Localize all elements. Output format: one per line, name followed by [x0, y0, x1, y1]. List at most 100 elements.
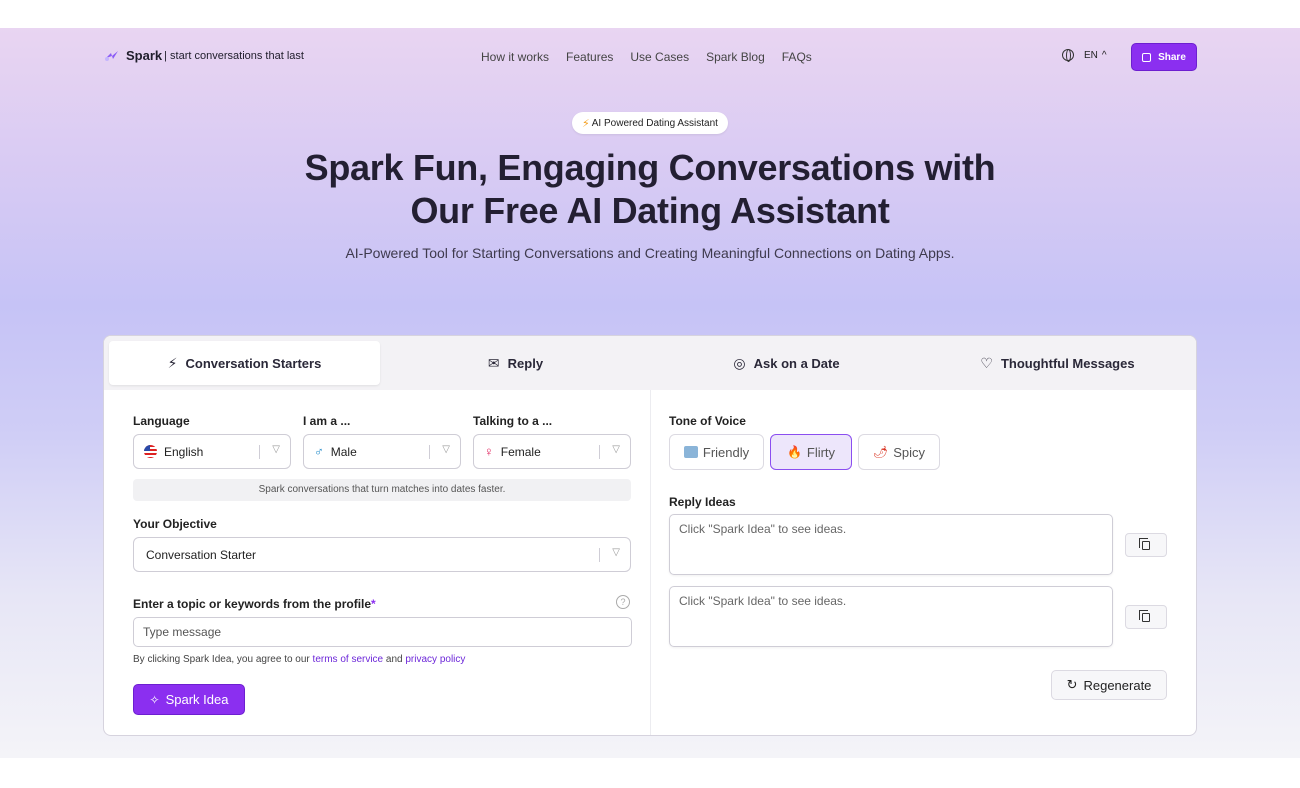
- tone-label-friendly: Friendly: [702, 444, 750, 460]
- nav-link-faqs[interactable]: FAQs: [782, 50, 812, 64]
- info-note: Spark conversations that turn matches in…: [133, 479, 631, 501]
- idea-placeholder: Click "Spark Idea" to see ideas.: [679, 522, 847, 536]
- nav-link-use-cases[interactable]: Use Cases: [630, 50, 689, 64]
- cool-emoji-icon: [683, 446, 698, 458]
- tone-friendly-button[interactable]: Friendly: [669, 434, 764, 470]
- reply-idea-box-1[interactable]: Click "Spark Idea" to see ideas.: [669, 514, 1113, 575]
- terms-prefix: By clicking Spark Idea, you agree to our: [133, 654, 313, 665]
- language-select[interactable]: English ▽: [133, 434, 291, 469]
- share-label: Share: [1158, 51, 1186, 63]
- nav-links: How it works Features Use Cases Spark Bl…: [481, 50, 829, 64]
- brand-tagline: | start conversations that last: [164, 49, 304, 62]
- regenerate-button[interactable]: ↻ Regenerate: [1051, 670, 1167, 700]
- top-nav: Spark | start conversations that last Ho…: [104, 36, 1197, 76]
- tab-label: Conversation Starters: [185, 355, 322, 371]
- iam-label: I am a ...: [303, 414, 351, 428]
- objective-label: Your Objective: [133, 517, 217, 531]
- select-separator: [599, 548, 600, 562]
- tone-flirty-button[interactable]: 🔥 Flirty: [770, 434, 852, 470]
- tone-label-flirty: Flirty: [806, 444, 836, 460]
- privacy-policy-link[interactable]: privacy policy: [405, 654, 465, 665]
- tone-label-spicy: Spicy: [893, 444, 926, 460]
- tone-spicy-button[interactable]: 🌶 Spicy: [858, 434, 940, 470]
- brand-name: Spark: [126, 48, 163, 63]
- fire-icon: 🔥: [786, 445, 802, 459]
- nav-link-how-it-works[interactable]: How it works: [481, 50, 549, 64]
- topic-placeholder: Type message: [143, 625, 222, 639]
- gender-select[interactable]: ♂ Male ▽: [303, 434, 461, 469]
- page-title: Spark Fun, Engaging Conversations with O…: [250, 146, 1050, 232]
- terms-text: By clicking Spark Idea, you agree to our…: [133, 654, 465, 665]
- refresh-icon: ↻: [1066, 677, 1078, 692]
- language-value: English: [164, 444, 204, 459]
- select-separator: [259, 445, 260, 459]
- chevron-down-icon: ▽: [272, 444, 280, 455]
- select-separator: [599, 445, 600, 459]
- language-label: Language: [133, 414, 190, 428]
- topic-label: Enter a topic or keywords from the profi…: [133, 597, 376, 611]
- objective-select[interactable]: Conversation Starter ▽: [133, 537, 631, 572]
- hero-subtitle: AI-Powered Tool for Starting Conversatio…: [345, 245, 955, 261]
- nav-link-blog[interactable]: Spark Blog: [706, 50, 765, 64]
- tab-label: Reply: [507, 355, 544, 371]
- hero-badge: ⚡ AI Powered Dating Assistant: [572, 112, 728, 134]
- headline-line-1: Spark Fun, Engaging Conversations with: [304, 147, 996, 188]
- tab-ask-on-a-date[interactable]: ◎ Ask on a Date: [651, 341, 922, 385]
- copy-icon: [1139, 537, 1150, 550]
- female-icon: ♀: [484, 444, 494, 459]
- column-divider: [650, 390, 651, 735]
- target-gender-value: Female: [500, 444, 541, 459]
- share-button[interactable]: Share: [1131, 43, 1197, 71]
- external-link-icon: [1142, 52, 1152, 62]
- us-flag-icon: [144, 445, 157, 458]
- required-mark: *: [371, 597, 376, 611]
- hearts-icon: ♡: [980, 354, 993, 371]
- bolt-icon: ⚡: [582, 117, 590, 130]
- nav-link-features[interactable]: Features: [566, 50, 613, 64]
- reply-ideas-label: Reply Ideas: [669, 495, 736, 509]
- target-gender-select[interactable]: ♀ Female ▽: [473, 434, 631, 469]
- chevron-down-icon: ▽: [612, 444, 620, 455]
- chevron-up-icon: ^: [1101, 49, 1107, 61]
- sparkles-icon: ✧: [149, 692, 160, 707]
- gender-value: Male: [330, 444, 357, 459]
- terms-of-service-link[interactable]: terms of service: [313, 654, 384, 665]
- chat-icon: ◎: [733, 354, 746, 371]
- mode-tabs: ⚡ Conversation Starters ✉ Reply ◎ Ask on…: [104, 336, 1196, 390]
- chevron-down-icon: ▽: [612, 547, 620, 558]
- badge-text: AI Powered Dating Assistant: [591, 117, 718, 129]
- copy-button[interactable]: [1125, 605, 1167, 629]
- talking-label: Talking to a ...: [473, 414, 553, 428]
- reply-idea-box-2[interactable]: Click "Spark Idea" to see ideas.: [669, 586, 1113, 647]
- copy-icon: [1139, 609, 1150, 622]
- idea-placeholder: Click "Spark Idea" to see ideas.: [679, 594, 847, 608]
- terms-and: and: [383, 654, 406, 665]
- tab-conversation-starters[interactable]: ⚡ Conversation Starters: [109, 341, 380, 385]
- topic-input[interactable]: Type message: [133, 617, 632, 647]
- chevron-down-icon: ▽: [442, 444, 450, 455]
- copy-button[interactable]: [1125, 533, 1167, 557]
- language-code: EN: [1084, 49, 1098, 61]
- topic-label-text: Enter a topic or keywords from the profi…: [133, 597, 372, 611]
- assistant-card: ⚡ Conversation Starters ✉ Reply ◎ Ask on…: [103, 335, 1197, 736]
- language-switcher[interactable]: EN ^: [1062, 49, 1107, 62]
- chili-icon: 🌶: [872, 445, 889, 459]
- bolt-icon: ⚡: [167, 354, 178, 371]
- hero-section: Spark | start conversations that last Ho…: [0, 28, 1300, 758]
- brand-logo[interactable]: Spark | start conversations that last: [104, 48, 304, 63]
- spark-logo-icon: [104, 49, 122, 63]
- male-icon: ♂: [314, 444, 324, 459]
- objective-value: Conversation Starter: [146, 547, 257, 562]
- spark-idea-label: Spark Idea: [165, 692, 229, 707]
- headline-line-2: Our Free AI Dating Assistant: [410, 190, 890, 231]
- tab-label: Thoughtful Messages: [1000, 355, 1135, 371]
- tone-label: Tone of Voice: [669, 414, 746, 428]
- regenerate-label: Regenerate: [1083, 677, 1152, 693]
- tab-label: Ask on a Date: [753, 355, 840, 371]
- spark-idea-button[interactable]: ✧ Spark Idea: [133, 684, 245, 715]
- select-separator: [429, 445, 430, 459]
- tab-thoughtful-messages[interactable]: ♡ Thoughtful Messages: [922, 341, 1193, 385]
- help-icon[interactable]: ?: [616, 595, 630, 609]
- tab-reply[interactable]: ✉ Reply: [380, 341, 651, 385]
- globe-icon: [1062, 49, 1074, 62]
